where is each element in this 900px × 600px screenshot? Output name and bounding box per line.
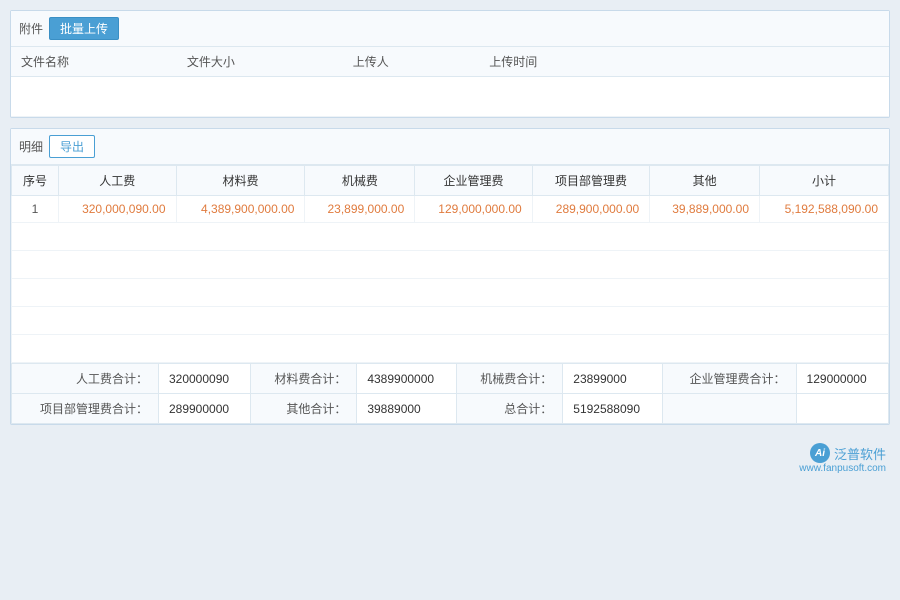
col-seq: 序号 bbox=[12, 166, 59, 196]
attachment-panel-header: 附件 批量上传 bbox=[11, 11, 889, 47]
attachment-header-row: 文件名称 文件大小 上传人 上传时间 bbox=[11, 47, 889, 77]
detail-header-row: 序号 人工费 材料费 机械费 企业管理费 项目部管理费 其他 小计 bbox=[12, 166, 889, 196]
summary-row-2: 项目部管理费合计： 289900000 其他合计： 39889000 总合计： … bbox=[12, 394, 889, 424]
detail-empty-cell2 bbox=[12, 251, 889, 279]
col-filename: 文件名称 bbox=[11, 47, 177, 77]
grand-total-value: 5192588090 bbox=[563, 394, 663, 424]
brand-icon: Ai 泛普软件 bbox=[810, 443, 886, 463]
cell-mechanical: 23,899,000.00 bbox=[305, 196, 415, 223]
attachment-table: 文件名称 文件大小 上传人 上传时间 bbox=[11, 47, 889, 117]
brand-url: www.fanpusoft.com bbox=[14, 463, 886, 474]
batch-upload-button[interactable]: 批量上传 bbox=[49, 17, 119, 40]
cell-other: 39,889,000.00 bbox=[650, 196, 760, 223]
enterprise-mgmt-total-value: 129000000 bbox=[796, 364, 888, 394]
cell-project-mgmt: 289,900,000.00 bbox=[532, 196, 649, 223]
col-enterprise-mgmt: 企业管理费 bbox=[415, 166, 532, 196]
project-mgmt-total-label: 项目部管理费合计： bbox=[12, 394, 159, 424]
col-extra2 bbox=[694, 47, 743, 77]
enterprise-mgmt-total-label: 企业管理费合计： bbox=[663, 364, 796, 394]
summary-row-1: 人工费合计： 320000090 材料费合计： 4389900000 机械费合计… bbox=[12, 364, 889, 394]
detail-empty-row4 bbox=[12, 307, 889, 335]
detail-label: 明细 bbox=[19, 138, 43, 155]
col-project-mgmt: 项目部管理费 bbox=[532, 166, 649, 196]
col-filesize: 文件大小 bbox=[177, 47, 343, 77]
labor-total-label: 人工费合计： bbox=[12, 364, 159, 394]
col-subtotal: 小计 bbox=[760, 166, 889, 196]
project-mgmt-total-value: 289900000 bbox=[158, 394, 250, 424]
summary-empty-value bbox=[796, 394, 888, 424]
detail-empty-row2 bbox=[12, 251, 889, 279]
summary-table: 人工费合计： 320000090 材料费合计： 4389900000 机械费合计… bbox=[11, 363, 889, 424]
col-extra4 bbox=[791, 47, 840, 77]
col-uploader: 上传人 bbox=[343, 47, 480, 77]
detail-empty-cell4 bbox=[12, 307, 889, 335]
other-total-value: 39889000 bbox=[357, 394, 457, 424]
cell-material: 4,389,900,000.00 bbox=[176, 196, 305, 223]
detail-empty-cell5 bbox=[12, 335, 889, 363]
page-wrapper: 附件 批量上传 文件名称 文件大小 上传人 上传时间 bbox=[0, 0, 900, 600]
detail-empty-row5 bbox=[12, 335, 889, 363]
col-labor: 人工费 bbox=[59, 166, 176, 196]
mechanical-total-label: 机械费合计： bbox=[457, 364, 563, 394]
cell-subtotal: 5,192,588,090.00 bbox=[760, 196, 889, 223]
attachment-panel: 附件 批量上传 文件名称 文件大小 上传人 上传时间 bbox=[10, 10, 890, 118]
mechanical-total-value: 23899000 bbox=[563, 364, 663, 394]
attachment-label: 附件 bbox=[19, 20, 43, 37]
grand-total-label: 总合计： bbox=[457, 394, 563, 424]
col-extra5 bbox=[840, 47, 889, 77]
summary-empty-label bbox=[663, 394, 796, 424]
detail-empty-row3 bbox=[12, 279, 889, 307]
labor-total-value: 320000090 bbox=[158, 364, 250, 394]
col-mechanical: 机械费 bbox=[305, 166, 415, 196]
other-total-label: 其他合计： bbox=[251, 394, 357, 424]
material-total-label: 材料费合计： bbox=[251, 364, 357, 394]
col-material: 材料费 bbox=[176, 166, 305, 196]
detail-panel: 明细 导出 序号 人工费 材料费 机械费 企业管理费 项目部管理费 其他 小计 … bbox=[10, 128, 890, 425]
brand-logo: Ai bbox=[810, 443, 830, 463]
detail-empty-cell1 bbox=[12, 223, 889, 251]
detail-empty-row1 bbox=[12, 223, 889, 251]
cell-seq: 1 bbox=[12, 196, 59, 223]
material-total-value: 4389900000 bbox=[357, 364, 457, 394]
detail-data-row: 1 320,000,090.00 4,389,900,000.00 23,899… bbox=[12, 196, 889, 223]
brand-name: 泛普软件 bbox=[834, 444, 886, 463]
page-footer: Ai 泛普软件 www.fanpusoft.com bbox=[10, 435, 890, 476]
detail-table: 序号 人工费 材料费 机械费 企业管理费 项目部管理费 其他 小计 1 320,… bbox=[11, 165, 889, 363]
attachment-empty-row bbox=[11, 77, 889, 117]
export-button[interactable]: 导出 bbox=[49, 135, 95, 158]
col-uploadtime: 上传时间 bbox=[479, 47, 645, 77]
detail-empty-cell3 bbox=[12, 279, 889, 307]
cell-labor: 320,000,090.00 bbox=[59, 196, 176, 223]
attachment-empty-cell bbox=[11, 77, 889, 117]
detail-panel-header: 明细 导出 bbox=[11, 129, 889, 165]
col-extra3 bbox=[743, 47, 792, 77]
cell-enterprise-mgmt: 129,000,000.00 bbox=[415, 196, 532, 223]
col-other: 其他 bbox=[650, 166, 760, 196]
col-extra1 bbox=[645, 47, 694, 77]
